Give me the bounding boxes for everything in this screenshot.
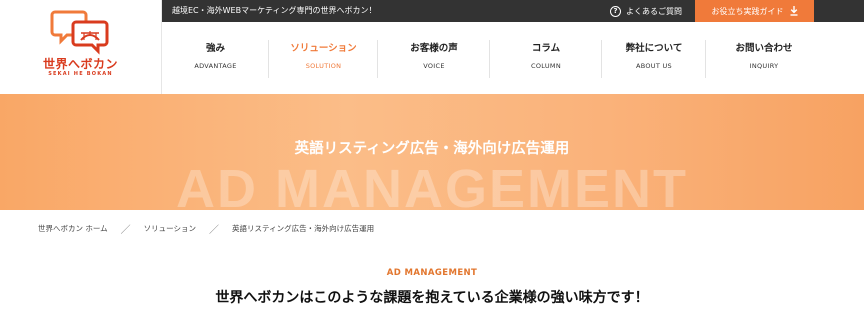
logo-subtext: SEKAI HE BOKAN	[48, 71, 113, 77]
site-tagline: 越境EC・海外WEBマーケティング専門の世界へボカン！	[172, 6, 377, 15]
guide-label: お役立ち実践ガイド	[711, 6, 784, 16]
practical-guide-button[interactable]: お役立ち実践ガイド	[695, 0, 814, 22]
nav-sublabel: COLUMN	[531, 62, 561, 70]
faq-link[interactable]: ? よくあるご質問	[610, 0, 682, 22]
section-label: AD MANAGEMENT	[386, 268, 478, 278]
top-bar: 越境EC・海外WEBマーケティング専門の世界へボカン！ ? よくあるご質問 お役…	[162, 0, 864, 22]
breadcrumb-solution[interactable]: ソリューション	[144, 223, 196, 234]
breadcrumb-home[interactable]: 世界へボカン ホーム	[38, 223, 108, 234]
logo-bubbles-icon	[50, 10, 108, 55]
faq-label: よくあるご質問	[626, 6, 682, 16]
nav-item-voice[interactable]: お客様の声 VOICE	[378, 22, 490, 94]
page-title: 英語リスティング広告・海外向け広告運用	[294, 141, 570, 157]
nav-sublabel: SOLUTION	[305, 62, 342, 70]
nav-item-solution[interactable]: ソリューション SOLUTION	[269, 22, 378, 94]
nav-label: 強み	[205, 43, 225, 54]
nav-item-advantage[interactable]: 強み ADVANTAGE	[162, 22, 269, 94]
nav-sublabel: VOICE	[423, 62, 445, 70]
site-logo[interactable]: 世界へボカン SEKAI HE BOKAN	[0, 0, 162, 94]
main-nav: 強み ADVANTAGE ソリューション SOLUTION お客様の声 VOIC…	[162, 22, 864, 94]
nav-label: お問い合わせ	[735, 43, 793, 54]
section-heading: 世界へボカンはこのような課題を抱えている企業様の強い味方です！	[215, 290, 649, 306]
nav-sublabel: INQUIRY	[749, 62, 779, 70]
nav-item-about-us[interactable]: 弊社について ABOUT US	[602, 22, 706, 94]
hero-background-text: AD MANAGEMENT	[176, 159, 688, 210]
breadcrumb-separator: ／	[120, 224, 131, 236]
nav-item-inquiry[interactable]: お問い合わせ INQUIRY	[706, 22, 822, 94]
nav-label: ソリューション	[290, 43, 357, 54]
nav-label: 弊社について	[625, 43, 683, 54]
nav-label: お客様の声	[410, 43, 458, 54]
nav-sublabel: ABOUT US	[636, 62, 672, 70]
breadcrumb-separator: ／	[209, 224, 220, 236]
nav-label: コラム	[531, 43, 561, 54]
breadcrumb-current: 英語リスティング広告・海外向け広告運用	[232, 223, 375, 233]
nav-sublabel: ADVANTAGE	[194, 62, 237, 70]
logo-text: 世界へボカン	[42, 57, 118, 71]
breadcrumb: 世界へボカン ホーム ／ ソリューション ／ 英語リスティング広告・海外向け広告…	[38, 222, 375, 236]
question-circle-icon: ?	[610, 5, 621, 17]
nav-item-column[interactable]: コラム COLUMN	[490, 22, 602, 94]
hero-banner: AD MANAGEMENT 英語リスティング広告・海外向け広告運用	[0, 94, 864, 210]
download-icon	[790, 6, 797, 16]
